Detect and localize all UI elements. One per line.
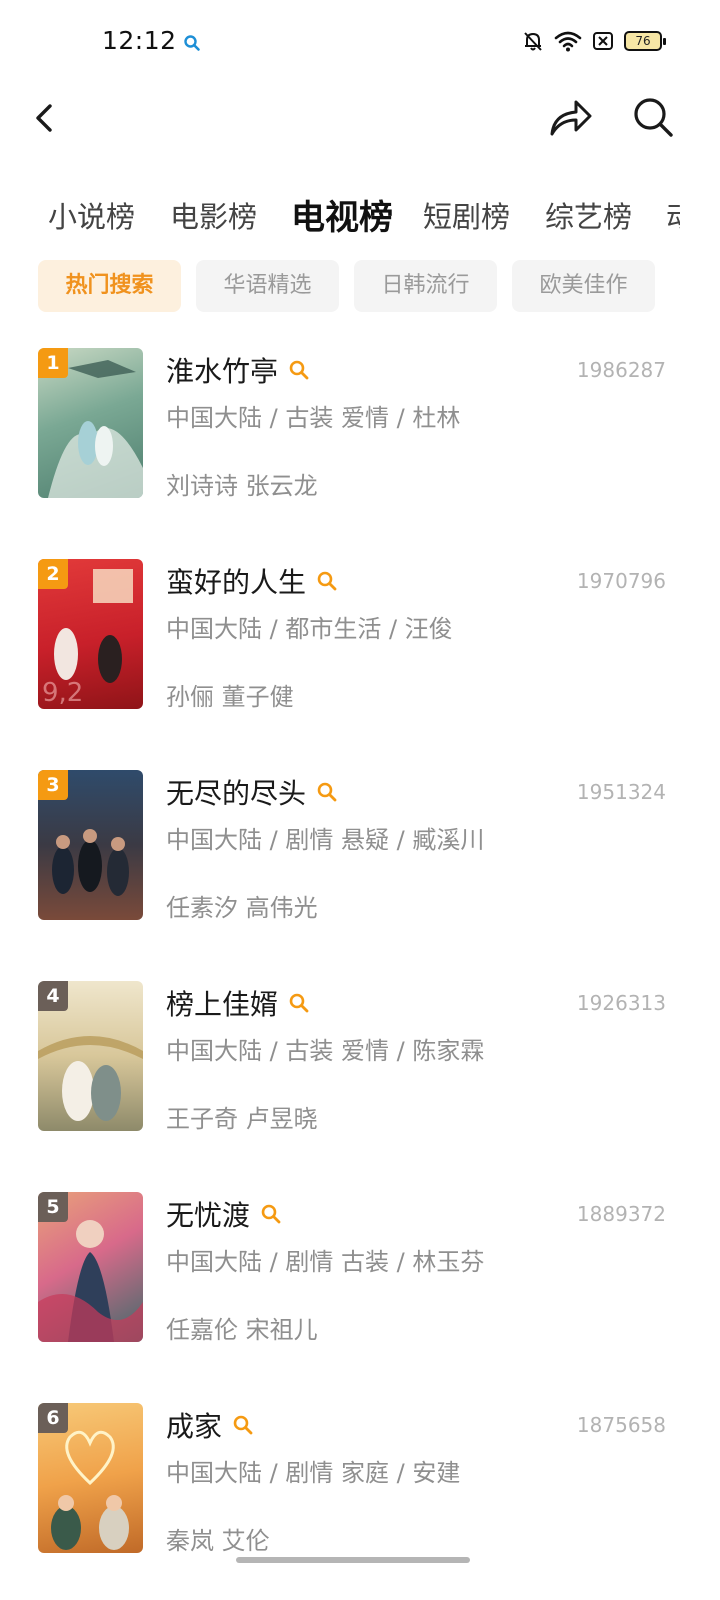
item-title[interactable]: 无忧渡 <box>166 1194 282 1234</box>
rank-badge: 3 <box>38 770 68 800</box>
poster-image[interactable]: 1 <box>38 348 143 498</box>
rank-badge: 4 <box>38 981 68 1011</box>
search-count: 1970796 <box>576 569 666 593</box>
item-cast: 王子奇 卢昱晓 <box>166 1105 318 1133</box>
rank-badge: 1 <box>38 348 68 378</box>
search-count: 1889372 <box>576 1202 666 1226</box>
list-item[interactable]: 4 榜上佳婿 1926313 中国大陆 / 古装 爱情 / 陈家霖 王子奇 卢昱… <box>0 981 720 1181</box>
status-bar: 12:12 76 <box>0 0 720 88</box>
subtab-western[interactable]: 欧美佳作 <box>512 260 655 312</box>
list-item[interactable]: 9,2 2 蛮好的人生 1970796 中国大陆 / 都市生活 / 汪俊 孙俪 … <box>0 559 720 759</box>
poster-image[interactable]: 4 <box>38 981 143 1131</box>
item-meta: 中国大陆 / 剧情 古装 / 林玉芬 <box>166 1248 485 1276</box>
search-icon <box>184 35 200 51</box>
item-title[interactable]: 淮水竹亭 <box>166 350 310 390</box>
item-cast: 孙俪 董子健 <box>166 683 294 711</box>
search-count: 1951324 <box>576 780 666 804</box>
status-icons: 76 <box>522 30 666 52</box>
item-meta: 中国大陆 / 古装 爱情 / 陈家霖 <box>166 1037 485 1065</box>
tab-movie[interactable]: 电影榜 <box>170 194 257 236</box>
tab-novel[interactable]: 小说榜 <box>48 194 135 236</box>
rank-badge: 5 <box>38 1192 68 1222</box>
list-item[interactable]: 3 无尽的尽头 1951324 中国大陆 / 剧情 悬疑 / 臧溪川 任素汐 高… <box>0 770 720 970</box>
item-title-text: 蛮好的人生 <box>166 566 307 599</box>
item-title[interactable]: 成家 <box>166 1405 254 1445</box>
status-time: 12:12 <box>102 26 177 55</box>
item-meta: 中国大陆 / 古装 爱情 / 杜林 <box>166 404 461 432</box>
subtab-chinese[interactable]: 华语精选 <box>196 260 339 312</box>
search-icon[interactable] <box>316 781 338 803</box>
category-tabs: 小说榜 电影榜 电视榜 短剧榜 综艺榜 动 <box>0 186 680 246</box>
item-cast: 任嘉伦 宋祖儿 <box>166 1316 318 1344</box>
back-arrow-icon[interactable] <box>24 96 68 140</box>
item-title-text: 无尽的尽头 <box>166 777 307 810</box>
tab-tv[interactable]: 电视榜 <box>291 190 393 239</box>
search-icon[interactable] <box>260 1203 282 1225</box>
search-icon[interactable] <box>232 1414 254 1436</box>
battery-icon: 76 <box>624 31 666 51</box>
tab-short-drama[interactable]: 短剧榜 <box>423 194 510 236</box>
subtab-japan-korea[interactable]: 日韩流行 <box>354 260 497 312</box>
item-cast: 刘诗诗 张云龙 <box>166 472 318 500</box>
item-title-text: 榜上佳婿 <box>166 988 279 1021</box>
search-count: 1875658 <box>576 1413 666 1437</box>
item-meta: 中国大陆 / 都市生活 / 汪俊 <box>166 615 453 643</box>
list-item[interactable]: 6 成家 1875658 中国大陆 / 剧情 家庭 / 安建 秦岚 艾伦 <box>0 1403 720 1600</box>
item-title[interactable]: 榜上佳婿 <box>166 983 310 1023</box>
item-cast: 任素汐 高伟光 <box>166 894 318 922</box>
poster-image[interactable]: 3 <box>38 770 143 920</box>
mute-bell-icon <box>524 32 542 51</box>
item-title-text: 无忧渡 <box>166 1199 251 1232</box>
item-title[interactable]: 蛮好的人生 <box>166 561 338 601</box>
poster-image[interactable]: 9,2 2 <box>38 559 143 709</box>
tab-variety[interactable]: 综艺榜 <box>545 194 632 236</box>
item-title-text: 成家 <box>166 1410 223 1443</box>
rank-badge: 2 <box>38 559 68 589</box>
home-indicator[interactable] <box>236 1557 470 1563</box>
share-icon[interactable] <box>548 96 594 140</box>
search-icon[interactable] <box>316 570 338 592</box>
poster-image[interactable]: 6 <box>38 1403 143 1553</box>
item-meta: 中国大陆 / 剧情 悬疑 / 臧溪川 <box>166 826 485 854</box>
sim-off-icon <box>593 32 613 50</box>
item-title-text: 淮水竹亭 <box>166 355 279 388</box>
tab-anime[interactable]: 动 <box>666 194 680 236</box>
rank-badge: 6 <box>38 1403 68 1433</box>
subtab-hot-search[interactable]: 热门搜索 <box>38 260 181 312</box>
search-count: 1926313 <box>576 991 666 1015</box>
list-item[interactable]: 5 无忧渡 1889372 中国大陆 / 剧情 古装 / 林玉芬 任嘉伦 宋祖儿 <box>0 1192 720 1392</box>
svg-text:9,2: 9,2 <box>42 678 83 708</box>
wifi-icon <box>554 31 582 52</box>
battery-level: 76 <box>635 34 651 48</box>
item-title[interactable]: 无尽的尽头 <box>166 772 338 812</box>
list-item[interactable]: 1 淮水竹亭 1986287 中国大陆 / 古装 爱情 / 杜林 刘诗诗 张云龙 <box>0 348 720 548</box>
item-cast: 秦岚 艾伦 <box>166 1527 270 1555</box>
item-meta: 中国大陆 / 剧情 家庭 / 安建 <box>166 1459 461 1487</box>
search-count: 1986287 <box>576 358 666 382</box>
poster-image[interactable]: 5 <box>38 1192 143 1342</box>
search-icon[interactable] <box>288 359 310 381</box>
header <box>0 88 720 148</box>
search-icon[interactable] <box>630 94 676 140</box>
search-icon[interactable] <box>288 992 310 1014</box>
